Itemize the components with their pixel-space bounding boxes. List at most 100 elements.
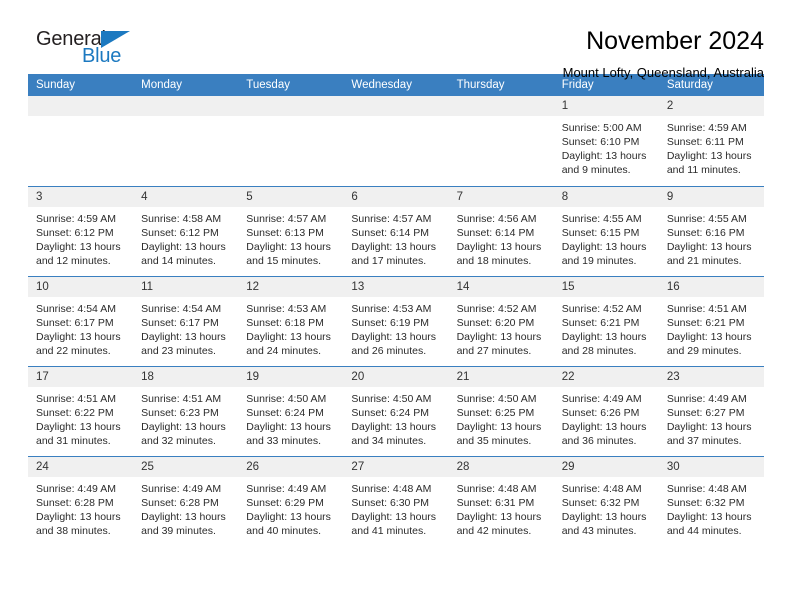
day-details: Sunrise: 4:59 AM Sunset: 6:11 PM Daylight:… <box>659 116 764 177</box>
daylight-text-line1: Daylight: 13 hours <box>36 420 121 433</box>
daylight-text-line2: and 12 minutes. <box>36 254 111 267</box>
daylight-text-line1: Daylight: 13 hours <box>456 420 542 433</box>
sunrise-text: Sunrise: 4:49 AM <box>36 482 116 495</box>
calendar-day-cell[interactable]: 3 Sunrise: 4:59 AM Sunset: 6:12 PM Daylight… <box>28 185 134 276</box>
calendar-day-cell[interactable]: 13 Sunrise: 4:53 AM Sunset: 6:19 PM Dayligh… <box>343 275 449 366</box>
sunset-text: Sunset: 6:14 PM <box>456 226 535 239</box>
page-header: General Blue November 2024 Mount Lofty, … <box>28 0 764 80</box>
sunset-text: Sunset: 6:23 PM <box>141 406 219 419</box>
sunrise-text: Sunrise: 4:54 AM <box>141 302 222 315</box>
daylight-text-line1: Daylight: 13 hours <box>246 330 331 343</box>
day-number: 13 <box>343 276 449 297</box>
day-details: Sunrise: 4:57 AM Sunset: 6:13 PM Daylight:… <box>238 207 343 268</box>
sunset-text: Sunset: 6:31 PM <box>456 496 535 509</box>
calendar-day-cell[interactable]: 21 Sunrise: 4:50 AM Sunset: 6:25 PM Dayligh… <box>448 365 554 456</box>
page-title: November 2024 <box>586 27 764 55</box>
calendar-day-cell[interactable] <box>343 96 449 186</box>
calendar-day-cell[interactable] <box>133 96 239 186</box>
title-block: November 2024 Mount Lofty, Queensland, A… <box>148 26 764 82</box>
daylight-text-line2: and 41 minutes. <box>351 524 427 537</box>
day-number <box>28 96 134 116</box>
sunset-text: Sunset: 6:21 PM <box>561 316 640 329</box>
calendar-day-cell[interactable]: 7 Sunrise: 4:56 AM Sunset: 6:14 PM Daylight… <box>448 185 554 276</box>
calendar-day-cell[interactable]: 4 Sunrise: 4:58 AM Sunset: 6:12 PM Daylight… <box>133 185 239 276</box>
calendar-day-cell[interactable]: 30 Sunrise: 4:48 AM Sunset: 6:32 PM Dayligh… <box>658 455 764 546</box>
day-number: 26 <box>238 456 344 477</box>
calendar-day-cell[interactable]: 12 Sunrise: 4:53 AM Sunset: 6:18 PM Dayligh… <box>238 275 344 366</box>
sunset-text: Sunset: 6:13 PM <box>246 226 324 239</box>
calendar-page: General Blue November 2024 Mount Lofty, … <box>0 0 792 612</box>
calendar-day-cell[interactable]: 20 Sunrise: 4:50 AM Sunset: 6:24 PM Dayligh… <box>343 365 449 456</box>
day-details: Sunrise: 4:48 AM Sunset: 6:30 PM Daylight:… <box>343 477 448 538</box>
calendar-day-cell[interactable]: 5 Sunrise: 4:57 AM Sunset: 6:13 PM Daylight… <box>238 185 344 276</box>
day-number: 27 <box>343 456 449 477</box>
day-number: 23 <box>658 366 764 387</box>
sunrise-text: Sunrise: 4:48 AM <box>561 482 642 495</box>
day-details: Sunrise: 4:54 AM Sunset: 6:17 PM Daylight:… <box>28 297 133 358</box>
day-details: Sunrise: 4:56 AM Sunset: 6:14 PM Daylight:… <box>449 207 554 268</box>
daylight-text-line1: Daylight: 13 hours <box>141 240 226 253</box>
day-number: 8 <box>553 186 659 207</box>
calendar-day-cell[interactable]: 25 Sunrise: 4:49 AM Sunset: 6:28 PM Dayligh… <box>133 455 239 546</box>
sunset-text: Sunset: 6:12 PM <box>36 226 114 239</box>
calendar-day-cell[interactable]: 2 Sunrise: 4:59 AM Sunset: 6:11 PM Daylight… <box>658 96 764 186</box>
day-number: 28 <box>448 456 554 477</box>
sunrise-text: Sunrise: 4:51 AM <box>36 392 116 405</box>
calendar-day-cell[interactable]: 6 Sunrise: 4:57 AM Sunset: 6:14 PM Daylight… <box>343 185 449 276</box>
calendar-day-cell[interactable]: 11 Sunrise: 4:54 AM Sunset: 6:17 PM Dayligh… <box>133 275 239 366</box>
calendar-day-cell[interactable]: 10 Sunrise: 4:54 AM Sunset: 6:17 PM Dayligh… <box>28 275 134 366</box>
day-number: 1 <box>553 96 659 116</box>
daylight-text-line1: Daylight: 13 hours <box>351 510 437 523</box>
sunset-text: Sunset: 6:29 PM <box>246 496 324 509</box>
day-number: 24 <box>28 456 134 477</box>
sunset-text: Sunset: 6:17 PM <box>141 316 219 329</box>
day-details: Sunrise: 4:49 AM Sunset: 6:26 PM Daylight:… <box>554 387 659 448</box>
calendar-week-row: 1 Sunrise: 5:00 AM Sunset: 6:10 PM Daylight… <box>28 96 764 186</box>
day-details: Sunrise: 4:58 AM Sunset: 6:12 PM Daylight:… <box>133 207 238 268</box>
daylight-text-line1: Daylight: 13 hours <box>351 420 437 433</box>
daylight-text-line2: and 23 minutes. <box>141 344 216 357</box>
daylight-text-line1: Daylight: 13 hours <box>141 510 226 523</box>
sunset-text: Sunset: 6:16 PM <box>666 226 745 239</box>
daylight-text-line2: and 11 minutes. <box>666 164 741 176</box>
day-details: Sunrise: 4:49 AM Sunset: 6:28 PM Daylight:… <box>28 477 133 538</box>
calendar-day-cell[interactable]: 19 Sunrise: 4:50 AM Sunset: 6:24 PM Dayligh… <box>238 365 344 456</box>
calendar-day-cell[interactable]: 1 Sunrise: 5:00 AM Sunset: 6:10 PM Daylight… <box>553 96 659 186</box>
calendar-day-cell[interactable]: 9 Sunrise: 4:55 AM Sunset: 6:16 PM Daylight… <box>658 185 764 276</box>
day-number: 14 <box>448 276 554 297</box>
calendar-day-cell[interactable]: 22 Sunrise: 4:49 AM Sunset: 6:26 PM Dayligh… <box>553 365 659 456</box>
sunrise-text: Sunrise: 4:58 AM <box>141 212 222 225</box>
calendar-day-cell[interactable]: 27 Sunrise: 4:48 AM Sunset: 6:30 PM Dayligh… <box>343 455 449 546</box>
sunrise-text: Sunrise: 5:00 AM <box>561 122 642 134</box>
daylight-text-line1: Daylight: 13 hours <box>141 420 226 433</box>
calendar-day-cell[interactable]: 14 Sunrise: 4:52 AM Sunset: 6:20 PM Dayligh… <box>448 275 554 366</box>
calendar-day-cell[interactable]: 16 Sunrise: 4:51 AM Sunset: 6:21 PM Dayligh… <box>658 275 764 366</box>
brand-logo[interactable]: General Blue <box>28 26 148 76</box>
day-details: Sunrise: 4:50 AM Sunset: 6:24 PM Daylight:… <box>343 387 448 448</box>
sunrise-text: Sunrise: 4:49 AM <box>141 482 222 495</box>
sunset-text: Sunset: 6:15 PM <box>561 226 640 239</box>
day-number: 19 <box>238 366 344 387</box>
day-number <box>133 96 239 116</box>
calendar-day-cell[interactable]: 8 Sunrise: 4:55 AM Sunset: 6:15 PM Daylight… <box>553 185 659 276</box>
day-number: 2 <box>658 96 764 116</box>
daylight-text-line2: and 24 minutes. <box>246 344 321 357</box>
calendar-day-cell[interactable]: 29 Sunrise: 4:48 AM Sunset: 6:32 PM Dayligh… <box>553 455 659 546</box>
calendar-day-cell[interactable]: 18 Sunrise: 4:51 AM Sunset: 6:23 PM Dayligh… <box>133 365 239 456</box>
sunset-text: Sunset: 6:25 PM <box>456 406 535 419</box>
day-details: Sunrise: 4:49 AM Sunset: 6:27 PM Daylight:… <box>659 387 764 448</box>
calendar-day-cell[interactable] <box>28 96 134 186</box>
sunrise-text: Sunrise: 4:50 AM <box>246 392 327 405</box>
calendar-day-cell[interactable]: 15 Sunrise: 4:52 AM Sunset: 6:21 PM Dayligh… <box>553 275 659 366</box>
calendar-day-cell[interactable]: 26 Sunrise: 4:49 AM Sunset: 6:29 PM Dayligh… <box>238 455 344 546</box>
calendar-day-cell[interactable]: 28 Sunrise: 4:48 AM Sunset: 6:31 PM Dayligh… <box>448 455 554 546</box>
calendar-day-cell[interactable]: 24 Sunrise: 4:49 AM Sunset: 6:28 PM Dayligh… <box>28 455 134 546</box>
calendar-day-cell[interactable] <box>238 96 344 186</box>
calendar-day-cell[interactable] <box>448 96 554 186</box>
day-details: Sunrise: 4:48 AM Sunset: 6:32 PM Daylight:… <box>659 477 764 538</box>
daylight-text-line2: and 28 minutes. <box>561 344 637 357</box>
calendar-day-cell[interactable]: 23 Sunrise: 4:49 AM Sunset: 6:27 PM Dayligh… <box>658 365 764 456</box>
day-details: Sunrise: 4:59 AM Sunset: 6:12 PM Daylight:… <box>28 207 133 268</box>
day-number: 5 <box>238 186 344 207</box>
calendar-day-cell[interactable]: 17 Sunrise: 4:51 AM Sunset: 6:22 PM Dayligh… <box>28 365 134 456</box>
